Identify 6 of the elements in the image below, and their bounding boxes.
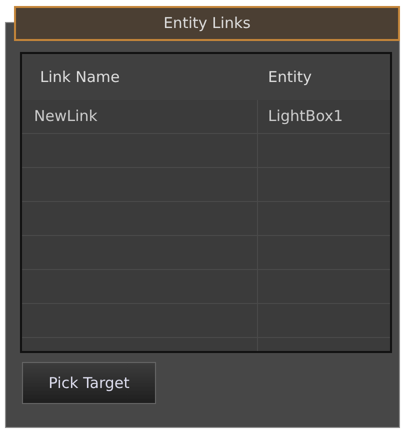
column-header[interactable]: Entity <box>258 54 390 100</box>
pick-target-button[interactable]: Pick Target <box>22 362 156 404</box>
table-cell-text: LightBox1 <box>268 106 343 128</box>
column-header[interactable]: Link Name <box>22 54 258 100</box>
panel-title: Entity Links <box>14 6 400 41</box>
table-cell-text: NewLink <box>34 106 98 128</box>
